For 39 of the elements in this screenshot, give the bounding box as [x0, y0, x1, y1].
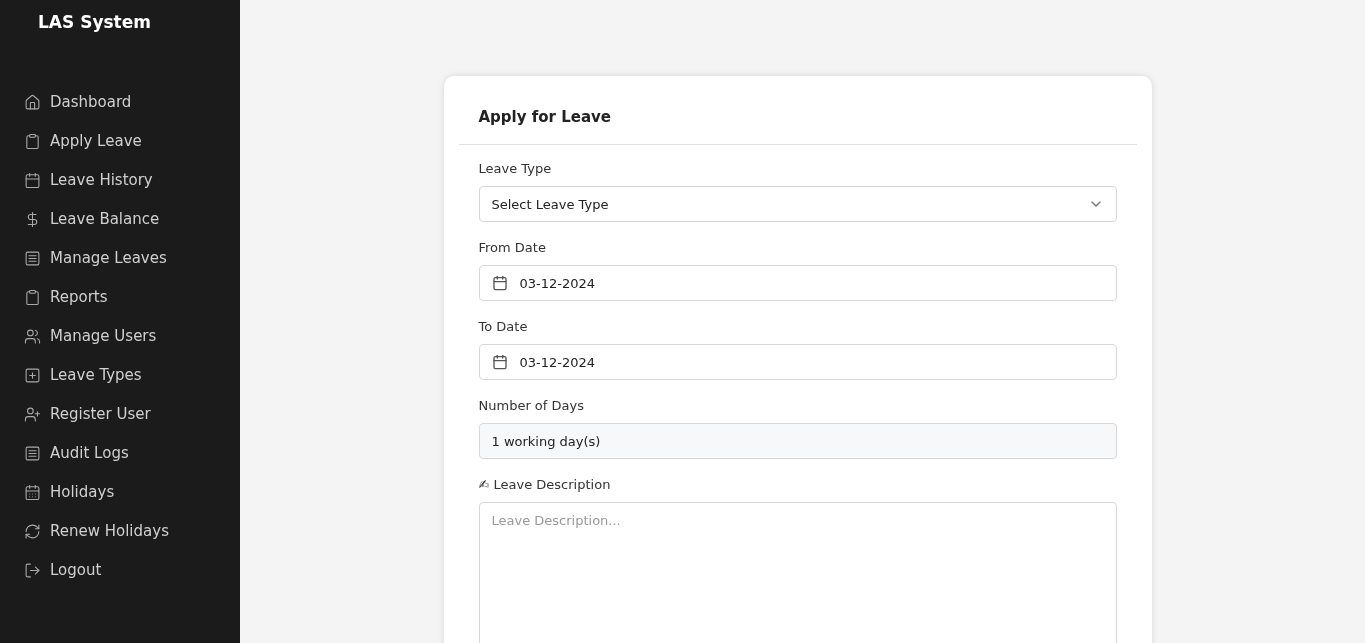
logout-icon — [24, 561, 41, 579]
field-label: Leave Type — [478, 161, 553, 176]
sidebar-item[interactable]: Apply Leave — [24, 127, 142, 155]
list-icon — [24, 249, 41, 267]
days-field: 1 working day(s) — [478, 423, 1117, 459]
users-icon — [24, 327, 41, 345]
sidebar-item[interactable]: Holidays — [24, 478, 115, 506]
field-label: To Date — [478, 319, 529, 334]
description-field[interactable]: Leave Description... — [478, 502, 1117, 643]
field-label: ✍ Leave Description — [478, 477, 612, 492]
clipboard-icon — [24, 132, 41, 150]
clipboard-icon — [24, 288, 41, 306]
calendar-icon — [491, 275, 508, 291]
house-icon — [24, 93, 41, 111]
sidebar-item[interactable]: Manage Leaves — [24, 244, 167, 272]
sidebar-item[interactable]: Leave Balance — [24, 205, 160, 233]
refresh-icon — [24, 522, 41, 540]
calendar-icon — [24, 171, 41, 189]
date-field[interactable]: 03-12-2024 — [478, 265, 1117, 301]
app-title: LAS System — [38, 12, 152, 32]
user-plus-icon — [24, 405, 41, 423]
calendar-icon — [24, 483, 41, 501]
sidebar-item[interactable]: Logout — [24, 556, 102, 584]
sidebar-item[interactable]: Leave History — [24, 166, 153, 194]
field-label: Number of Days — [478, 398, 585, 413]
date-field[interactable]: 03-12-2024 — [478, 344, 1117, 380]
sidebar-item[interactable]: Reports — [24, 283, 108, 311]
sidebar-item[interactable]: Audit Logs — [24, 439, 129, 467]
list-icon — [24, 444, 41, 462]
form-title: Apply for Leave — [458, 76, 1137, 145]
sidebar-item[interactable]: Register User — [24, 400, 151, 428]
calendar-icon — [491, 354, 508, 370]
sidebar-item[interactable]: Renew Holidays — [24, 517, 169, 545]
sidebar-item[interactable]: Manage Users — [24, 322, 157, 350]
leave-type-select[interactable]: Select Leave Type — [478, 186, 1117, 222]
square-plus-icon — [24, 366, 41, 384]
sidebar-item[interactable]: Dashboard — [24, 88, 132, 116]
field-label: From Date — [478, 240, 547, 255]
sidebar-item[interactable]: Leave Types — [24, 361, 142, 389]
